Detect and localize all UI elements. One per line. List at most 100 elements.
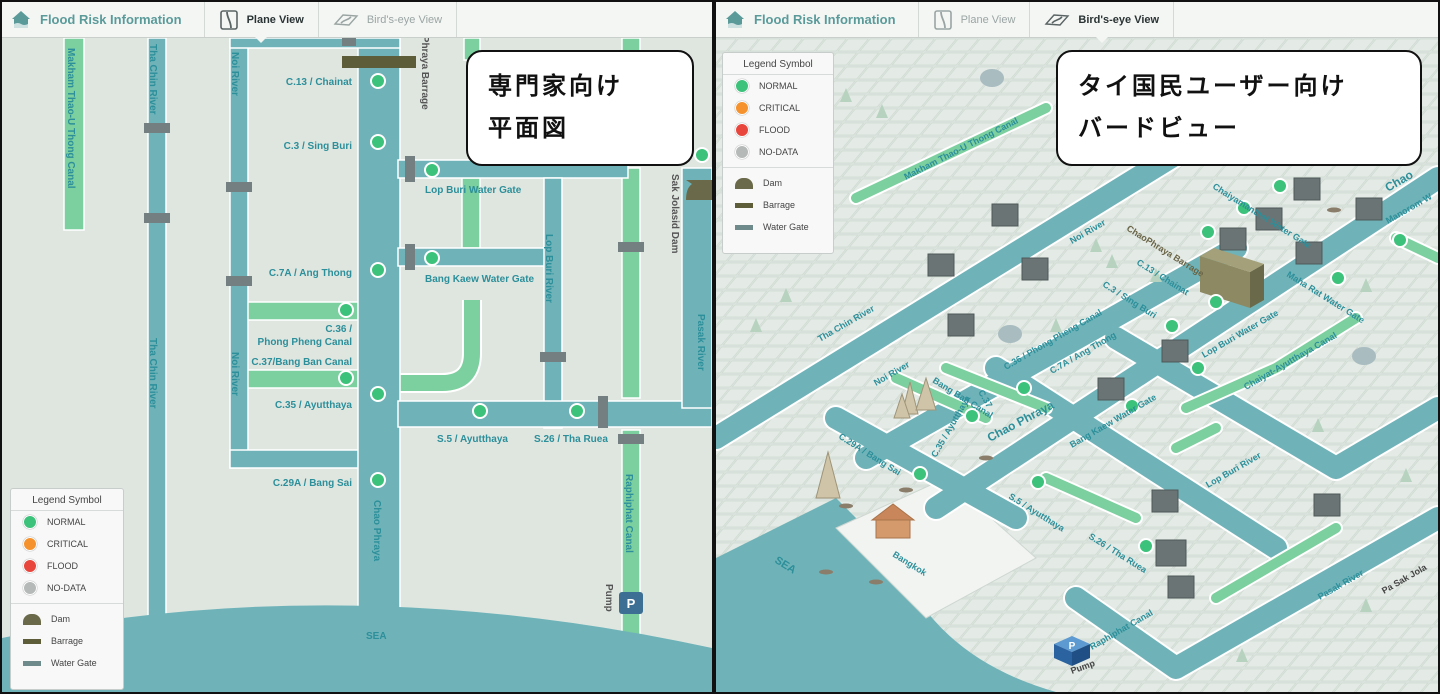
legend-item-critical: CRITICAL xyxy=(11,533,123,555)
station-label: Phong Pheng Canal xyxy=(258,337,353,348)
station-dot[interactable] xyxy=(1190,360,1206,376)
station-label: C.7A / Ang Thong xyxy=(269,268,352,279)
waterway-label: Sak Jolasid Dam xyxy=(669,174,680,254)
station-dot[interactable] xyxy=(1200,224,1216,240)
legend-item-dam: Dam xyxy=(11,608,123,630)
tab-label: Bird's-eye View xyxy=(366,13,443,26)
status-flood-dot xyxy=(735,123,749,137)
station-dot[interactable] xyxy=(370,386,386,402)
station-dot[interactable] xyxy=(1030,474,1046,490)
comparison-frame: Flood Risk Information Plane View Bird's… xyxy=(0,0,1440,694)
station-dot[interactable] xyxy=(338,302,354,318)
legend-label: CRITICAL xyxy=(759,103,801,113)
legend-item-barrage: Barrage xyxy=(11,630,123,652)
status-nodata-dot xyxy=(23,581,37,595)
water-gate-icon xyxy=(1355,197,1383,221)
legend-item-flood: FLOOD xyxy=(723,119,833,141)
water-gate-icon xyxy=(735,224,753,230)
house-icon xyxy=(12,10,30,28)
status-critical-dot xyxy=(23,537,37,551)
status-flood-dot xyxy=(23,559,37,573)
station-dot[interactable] xyxy=(370,262,386,278)
station-label: S.26 / Tha Ruea xyxy=(534,434,608,445)
station-dot[interactable] xyxy=(472,403,488,419)
water-gate-icon xyxy=(342,38,356,46)
water-gate-icon xyxy=(618,242,644,252)
station-label: C.35 / Ayutthaya xyxy=(275,400,352,411)
waterway-label: Chao Phraya xyxy=(371,500,382,562)
legend-label: NO-DATA xyxy=(47,583,87,593)
tab-plane-view[interactable]: Plane View xyxy=(205,2,319,43)
plane-view-icon xyxy=(219,9,238,30)
water-gate-icon xyxy=(226,182,252,192)
water-gate-icon xyxy=(23,660,41,666)
water-gate-icon xyxy=(947,313,975,337)
station-label: C.29A / Bang Sai xyxy=(273,478,352,489)
legend-label: FLOOD xyxy=(759,125,791,135)
legend-label: NO-DATA xyxy=(759,147,799,157)
waterway-label: Noi River xyxy=(229,352,240,396)
status-normal-dot xyxy=(735,79,749,93)
water-gate-icon xyxy=(540,352,566,362)
tab-label: Bird's-eye View xyxy=(1078,13,1160,26)
station-dot[interactable] xyxy=(1330,270,1346,286)
station-dot[interactable] xyxy=(1208,294,1224,310)
birdseye-view-icon xyxy=(1044,13,1070,26)
birdseye-view-icon xyxy=(333,13,359,26)
legend-item-dam: Dam xyxy=(723,172,833,194)
waterway-label: Noi River xyxy=(229,52,240,96)
waterway-label: Chao Phraya Barrage xyxy=(419,38,430,110)
station-dot[interactable] xyxy=(424,250,440,266)
barrage-icon xyxy=(342,56,416,68)
tab-birdseye-view[interactable]: Bird's-eye View xyxy=(1030,2,1175,43)
legend-label: Dam xyxy=(51,614,71,624)
waterway-label: Pasak River xyxy=(695,314,706,371)
plane-map[interactable]: P Makham Thao-U Thong Canal Tha Chin Riv… xyxy=(2,38,712,692)
tab-label: Plane View xyxy=(246,13,304,26)
pump-symbol: P xyxy=(1069,641,1076,652)
station-dot[interactable] xyxy=(370,73,386,89)
waterway-label: Tha Chin River xyxy=(147,338,158,409)
station-dot[interactable] xyxy=(370,472,386,488)
water-gate-icon xyxy=(1219,227,1247,251)
callout-line: タイ国民ユーザー向け xyxy=(1078,73,1348,100)
water-gate-icon xyxy=(1293,177,1321,201)
station-dot[interactable] xyxy=(1164,318,1180,334)
brand[interactable]: Flood Risk Information xyxy=(716,2,919,37)
station-dot[interactable] xyxy=(1138,538,1154,554)
top-bar: Flood Risk Information Plane View Bird's… xyxy=(2,2,712,43)
water-gate-icon xyxy=(405,244,415,270)
legend-label: NORMAL xyxy=(47,517,86,527)
water-gate-icon xyxy=(226,276,252,286)
station-dot[interactable] xyxy=(1392,232,1408,248)
legend-item-critical: CRITICAL xyxy=(723,97,833,119)
station-dot[interactable] xyxy=(1272,178,1288,194)
station-label: C.36 / xyxy=(325,324,352,335)
tab-birdseye-view[interactable]: Bird's-eye View xyxy=(319,2,458,37)
top-bar: Flood Risk Information Plane View Bird's… xyxy=(716,2,1438,43)
legend-label: Water Gate xyxy=(51,658,97,668)
app-title: Flood Risk Information xyxy=(754,12,896,27)
legend-item-nodata: NO-DATA xyxy=(723,141,833,163)
dam-icon xyxy=(23,613,41,625)
legend-panel: Legend Symbol NORMAL CRITICAL FLOOD NO-D… xyxy=(722,52,834,254)
water-gate-icon xyxy=(1161,339,1189,363)
app-title: Flood Risk Information xyxy=(40,12,182,27)
station-dot[interactable] xyxy=(912,466,928,482)
birdseye-map[interactable]: P Makham Thao-U Thong Canal Chaiyamantha… xyxy=(716,38,1438,692)
brand[interactable]: Flood Risk Information xyxy=(2,2,205,37)
pump-button[interactable]: P xyxy=(619,592,643,614)
station-dot[interactable] xyxy=(694,147,710,163)
station-dot[interactable] xyxy=(1016,380,1032,396)
pump-symbol: P xyxy=(627,596,636,611)
legend-divider xyxy=(723,167,833,168)
waterway-label: Lop Buri River xyxy=(543,234,554,303)
station-dot[interactable] xyxy=(370,134,386,150)
water-gate-icon xyxy=(1167,575,1195,599)
tab-plane-view[interactable]: Plane View xyxy=(919,2,1031,37)
water-gate-icon xyxy=(618,434,644,444)
station-dot[interactable] xyxy=(338,370,354,386)
station-dot[interactable] xyxy=(424,162,440,178)
station-dot[interactable] xyxy=(569,403,585,419)
legend-item-water-gate: Water Gate xyxy=(11,652,123,674)
